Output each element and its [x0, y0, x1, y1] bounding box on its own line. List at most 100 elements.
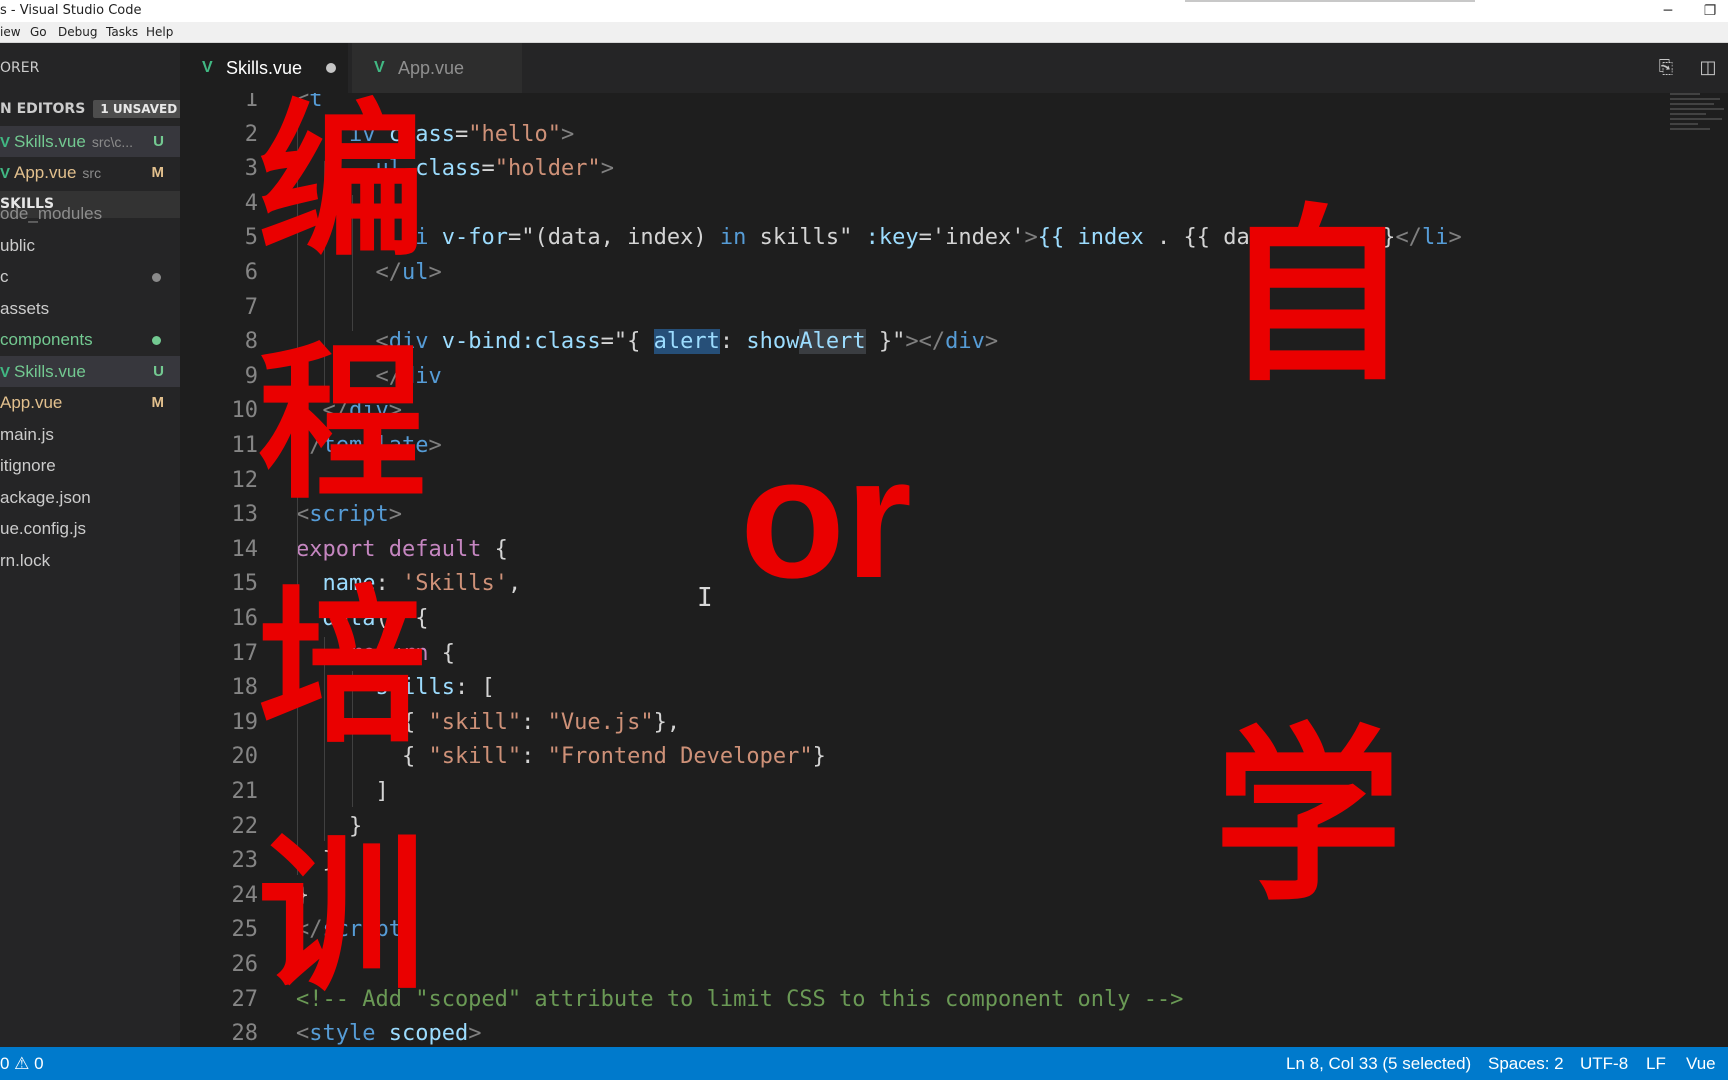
open-changes-icon[interactable]: ⎘: [1652, 54, 1680, 82]
cursor-position[interactable]: Ln 8, Col 33 (5 selected): [1286, 1047, 1471, 1080]
line-number: 23: [231, 848, 259, 874]
file-tree-item[interactable]: assets: [0, 293, 180, 324]
code-token: :key: [865, 225, 919, 251]
code-token: >: [600, 156, 614, 182]
file-tree-item[interactable]: App.vue M: [0, 387, 180, 418]
window-title: s - Visual Studio Code: [0, 3, 142, 18]
code-token: ></: [905, 329, 946, 355]
split-editor-icon[interactable]: ◫: [1694, 54, 1722, 82]
line-number: 17: [231, 640, 259, 666]
file-name: ublic: [0, 235, 35, 255]
file-name: c: [0, 267, 9, 286]
overlay-char-3: 培: [258, 570, 426, 766]
open-editors-header[interactable]: N EDITORS 1 UNSAVED: [0, 94, 180, 124]
menu-help[interactable]: Help: [146, 22, 173, 42]
modified-dot-icon: [152, 273, 161, 282]
file-tree-item[interactable]: main.js: [0, 419, 180, 450]
code-token: ]: [296, 779, 389, 804]
code-token: export default: [296, 536, 482, 562]
file-tree-item[interactable]: ode_modules: [0, 198, 180, 229]
code-token: {: [481, 536, 508, 562]
problems-indicator[interactable]: 0 ⚠ 0: [0, 1047, 44, 1080]
modified-dot-icon: [152, 336, 161, 345]
file-tree-item[interactable]: rn.lock: [0, 545, 180, 576]
line-number: 12: [231, 467, 259, 493]
code-token: Alert: [799, 329, 866, 355]
code-token: ="{: [600, 329, 654, 355]
menu-tasks[interactable]: Tasks: [106, 22, 138, 42]
code-line[interactable]: export default {: [296, 533, 508, 567]
overlay-word-or: or: [740, 422, 912, 614]
code-line[interactable]: <style scoped>: [296, 1017, 481, 1047]
line-number: 10: [231, 398, 259, 424]
file-tree-item[interactable]: V Skills.vue U: [0, 355, 180, 387]
line-number: 18: [231, 675, 259, 701]
line-number: 26: [231, 952, 259, 977]
menu-go[interactable]: Go: [30, 22, 47, 42]
code-token: <!-- Add "scoped" attribute to limit CSS…: [296, 986, 1184, 1012]
code-token: "skill": [428, 709, 522, 735]
unsaved-dot-icon[interactable]: [326, 63, 336, 73]
code-token: "holder": [494, 156, 601, 182]
line-number: 6: [244, 260, 258, 285]
file-tree-item[interactable]: components: [0, 324, 180, 355]
code-token: {: [428, 640, 455, 666]
file-tree-item[interactable]: ublic: [0, 230, 180, 261]
explorer-title: ORER: [0, 60, 40, 76]
code-token: ="(data, index): [507, 225, 720, 251]
minimap[interactable]: [1670, 93, 1726, 153]
git-status: U: [153, 362, 164, 380]
file-name: ode_modules: [0, 204, 103, 223]
code-token: >: [984, 329, 999, 355]
line-number: 7: [244, 294, 258, 320]
encoding-setting[interactable]: UTF-8: [1580, 1047, 1628, 1080]
line-number: 5: [244, 225, 258, 251]
file-tree-item[interactable]: ue.config.js: [0, 513, 180, 544]
overlay-char-1: 编: [258, 84, 426, 280]
minimize-icon[interactable]: ─: [1650, 0, 1686, 22]
git-status: M: [151, 164, 165, 181]
menu-view[interactable]: iew: [0, 22, 21, 42]
menu-debug[interactable]: Debug: [58, 22, 97, 42]
open-editor-item[interactable]: V App.vue src M: [0, 157, 180, 188]
code-token: div: [945, 329, 985, 355]
code-token: v-bind:class: [441, 329, 601, 355]
file-path: src: [82, 165, 102, 181]
code-token: 'index': [931, 225, 1025, 251]
code-token: =: [481, 156, 495, 182]
open-editor-item[interactable]: V Skills.vue src\c... U: [0, 126, 180, 157]
file-tree-item[interactable]: itignore: [0, 450, 180, 481]
code-line[interactable]: ]: [296, 775, 389, 809]
file-name: ue.config.js: [0, 519, 86, 538]
code-token: =: [454, 121, 469, 147]
file-name: Skills.vue: [14, 132, 86, 151]
indentation-setting[interactable]: Spaces: 2: [1488, 1047, 1564, 1080]
overlay-char-zi: 自: [1222, 188, 1410, 407]
file-name: App.vue: [0, 393, 63, 412]
code-token: }": [865, 329, 906, 355]
code-token: }: [812, 744, 826, 770]
line-number: 13: [231, 502, 259, 528]
title-bar: s - Visual Studio Code ─ ❐: [0, 0, 1728, 22]
overlay-char-4: 训: [258, 818, 426, 1014]
line-number: 15: [231, 571, 259, 597]
language-mode[interactable]: Vue: [1686, 1047, 1716, 1080]
line-number: 4: [244, 190, 258, 216]
code-token: v-for: [441, 225, 508, 251]
unsaved-badge: 1 UNSAVED: [93, 100, 180, 118]
file-tree-item[interactable]: c: [0, 261, 180, 292]
code-line[interactable]: <!-- Add "scoped" attribute to limit CSS…: [296, 983, 1183, 1017]
overlay-char-xue: 学: [1214, 708, 1402, 927]
eol-setting[interactable]: LF: [1646, 1047, 1666, 1080]
file-tree-item[interactable]: ackage.json: [0, 482, 180, 513]
code-token: >: [560, 121, 575, 147]
selected-token: alert: [653, 329, 720, 355]
code-token: >: [1024, 225, 1038, 251]
code-token: :: [521, 709, 548, 735]
git-status: M: [151, 394, 165, 411]
file-name: itignore: [0, 456, 56, 475]
file-path: src\c...: [91, 134, 134, 150]
code-token: in: [719, 225, 747, 251]
restore-icon[interactable]: ❐: [1692, 0, 1728, 22]
line-number: 25: [231, 917, 259, 943]
